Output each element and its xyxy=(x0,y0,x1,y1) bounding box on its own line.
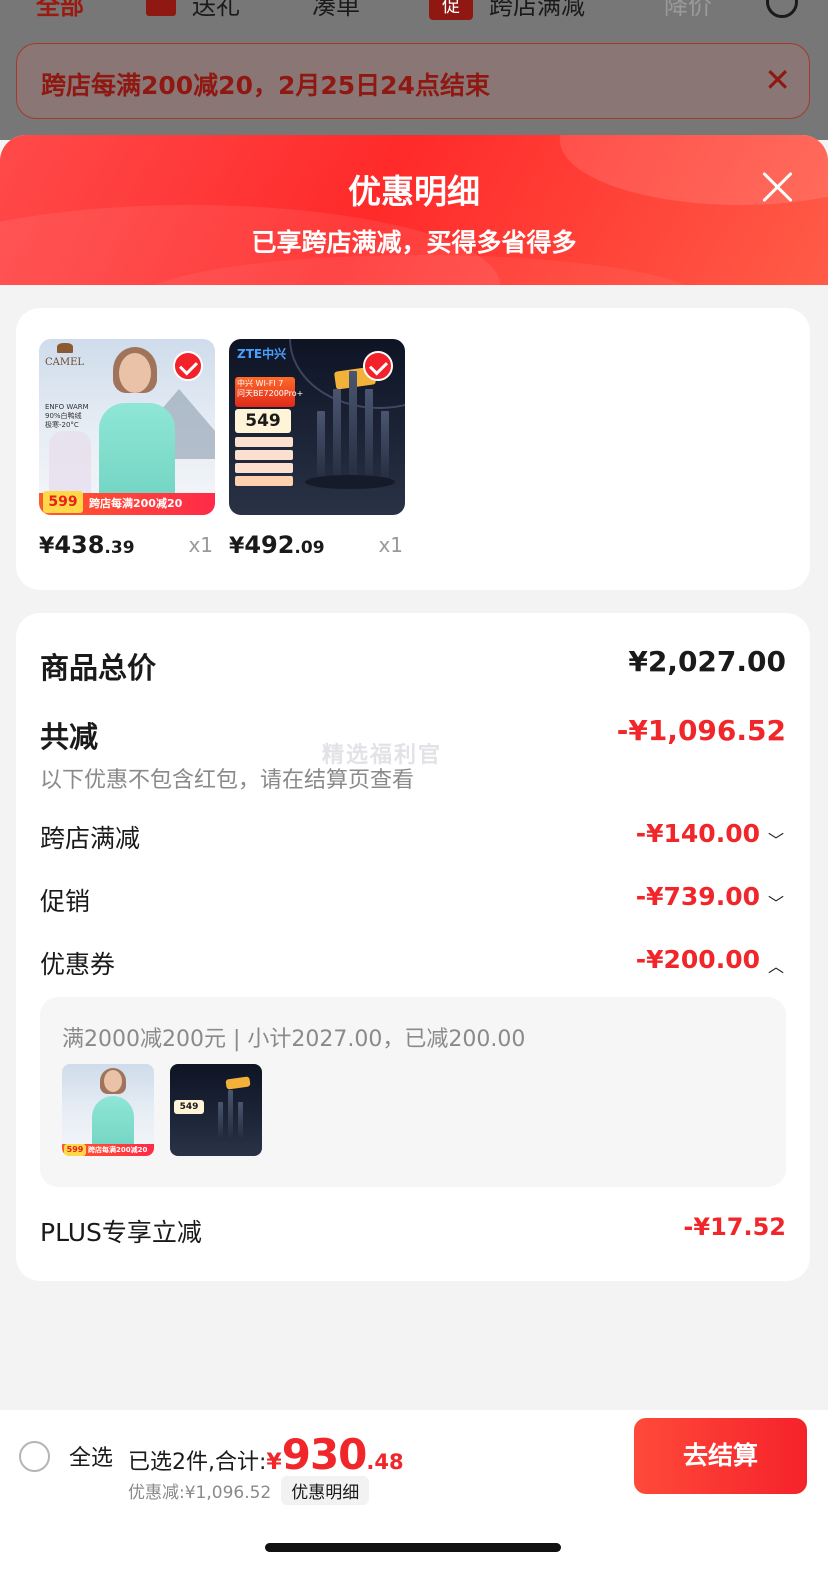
close-icon: ✕ xyxy=(764,61,791,99)
sheet-header: 优惠明细 已享跨店满减，买得多省得多 xyxy=(0,135,828,285)
total-price-label: 商品总价 xyxy=(40,651,157,685)
discount-label: 跨店满减 xyxy=(40,824,141,853)
discount-label: 促销 xyxy=(40,887,91,916)
chevron-down-icon[interactable]: ﹀ xyxy=(768,890,784,914)
image-price-tag: 599 xyxy=(64,1144,86,1156)
home-indicator[interactable] xyxy=(265,1543,561,1552)
discount-value: -¥739.00 xyxy=(635,882,760,911)
tab-gift: 送礼 xyxy=(146,0,240,21)
feature-list-shape xyxy=(235,437,293,489)
discount-label: 优惠券 xyxy=(40,950,116,979)
discount-total-text: 优惠减:¥1,096.52 xyxy=(128,1483,272,1503)
router-base-shape xyxy=(305,475,395,489)
discount-value: -¥200.00 xyxy=(635,945,760,974)
checkmark-icon xyxy=(173,351,203,381)
product-image-router[interactable]: ZTE中兴 中兴 WI-FI 7 问天BE7200Pro+ 549 xyxy=(229,339,405,515)
chevron-up-icon[interactable]: ︿ xyxy=(768,953,784,977)
selected-total: 已选2件,合计:¥930.48 xyxy=(128,1430,404,1479)
total-reduction-value: -¥1,096.52 xyxy=(616,714,786,747)
promo-tag-icon: 促 xyxy=(429,0,473,20)
camel-logo-icon xyxy=(57,343,73,353)
discount-summary: 优惠减:¥1,096.52 优惠明细 xyxy=(128,1476,370,1505)
image-price-tag: 599 xyxy=(43,491,83,513)
select-all-radio[interactable] xyxy=(19,1441,50,1472)
total-reduction-label: 共减 xyxy=(40,720,99,754)
tab-bundle: 凑单 xyxy=(312,0,360,20)
brand-logo-text: ZTE中兴 xyxy=(237,347,287,361)
product-price: ¥438.39 xyxy=(39,531,135,559)
red-packet-hint: 以下优惠不包含红包，请在结算页查看 xyxy=(40,768,415,793)
coupon-detail-box: 满2000减200元 | 小计2027.00，已减200.00 跨店每满200减… xyxy=(40,997,786,1187)
image-price-tag: 549 xyxy=(174,1100,204,1114)
background-cart-page: 全部 送礼 凑单 促跨店满减 降价 跨店每满200减20，2月25日24点结束 … xyxy=(0,0,828,140)
plus-discount-value: -¥17.52 xyxy=(683,1213,786,1241)
model-head-shape xyxy=(119,353,151,393)
promo-banner: 跨店每满200减20，2月25日24点结束 ✕ xyxy=(16,43,810,119)
router-antenna-shape xyxy=(218,1102,223,1138)
tab-all: 全部 xyxy=(36,0,84,20)
image-price-tag: 549 xyxy=(235,409,291,433)
product-item-jacket[interactable]: CAMEL ENFO WARM 90%白鸭绒 极寒-20°C 跨店每满200减2… xyxy=(39,339,215,559)
router-antenna-shape xyxy=(365,389,373,481)
checkout-bar: 全选 已选2件,合计:¥930.48 优惠减:¥1,096.52 优惠明细 去结算 xyxy=(0,1410,828,1572)
sheet-subtitle: 已享跨店满减，买得多省得多 xyxy=(251,228,577,257)
tab-price-drop: 降价 xyxy=(664,0,712,20)
coupon-rule-text: 满2000减200元 | 小计2027.00，已减200.00 xyxy=(62,1027,526,1052)
selected-products-card: CAMEL ENFO WARM 90%白鸭绒 极寒-20°C 跨店每满200减2… xyxy=(16,308,810,590)
product-image-text: 中兴 WI-FI 7 问天BE7200Pro+ xyxy=(235,377,303,407)
product-image-jacket[interactable]: CAMEL ENFO WARM 90%白鸭绒 极寒-20°C 跨店每满200减2… xyxy=(39,339,215,515)
plus-discount-label: PLUS专享立减 xyxy=(40,1218,202,1247)
price-summary-card: 商品总价 ¥2,027.00 共减 -¥1,096.52 精选福利官 以下优惠不… xyxy=(16,613,810,1281)
promo-banner-text: 跨店每满200减20，2月25日24点结束 xyxy=(41,71,490,100)
router-antenna-shape xyxy=(317,411,325,481)
router-antenna-shape xyxy=(333,389,341,481)
router-antenna-shape xyxy=(349,371,357,481)
discount-detail-sheet: 优惠明细 已享跨店满减，买得多省得多 CAMEL ENFO WARM 90%白鸭… xyxy=(0,135,828,1572)
model-head-shape xyxy=(104,1070,122,1092)
checkmark-icon xyxy=(363,351,393,381)
close-sheet-button[interactable] xyxy=(754,163,802,211)
select-all-label[interactable]: 全选 xyxy=(69,1440,113,1472)
router-antenna-shape xyxy=(238,1102,243,1138)
checkout-button[interactable]: 去结算 xyxy=(634,1418,807,1494)
background-tabs: 全部 送礼 凑单 促跨店满减 降价 xyxy=(0,0,828,26)
coupon-product-thumb-router: 549 xyxy=(170,1064,262,1156)
product-quantity: x1 xyxy=(378,533,403,557)
flagship-badge-shape xyxy=(225,1076,251,1090)
coupon-product-thumb-jacket: 跨店每满200减20 599 xyxy=(62,1064,154,1156)
router-antenna-shape xyxy=(381,411,389,481)
product-quantity: x1 xyxy=(188,533,213,557)
router-antenna-shape xyxy=(228,1090,233,1138)
product-item-router[interactable]: ZTE中兴 中兴 WI-FI 7 问天BE7200Pro+ 549 ¥492.0… xyxy=(229,339,405,559)
sheet-title: 优惠明细 xyxy=(348,172,480,211)
product-price: ¥492.09 xyxy=(229,531,325,559)
gift-icon xyxy=(146,0,176,16)
discount-value: -¥140.00 xyxy=(635,819,760,848)
brand-logo-text: CAMEL xyxy=(45,357,85,368)
discount-detail-link[interactable]: 优惠明细 xyxy=(281,1476,370,1505)
total-price-value: ¥2,027.00 xyxy=(628,645,786,678)
chevron-down-icon[interactable]: ﹀ xyxy=(768,827,784,851)
tab-cross-store: 促跨店满减 xyxy=(429,0,585,21)
product-image-text: ENFO WARM 90%白鸭绒 极寒-20°C xyxy=(45,403,89,429)
